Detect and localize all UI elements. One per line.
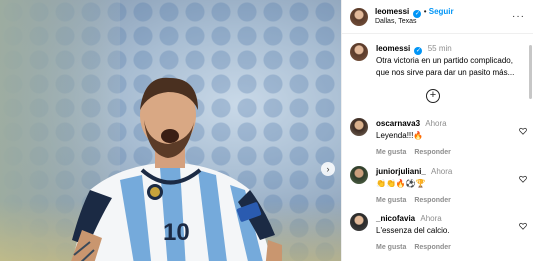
heart-icon[interactable] (519, 222, 527, 230)
comment-time: Ahora (431, 167, 453, 176)
more-options-icon[interactable]: ··· (512, 11, 525, 22)
verified-badge-icon: ✓ (414, 47, 423, 55)
location-link[interactable]: Dallas, Texas (375, 18, 512, 27)
comment-text: Leyenda!!!🔥 (376, 131, 424, 140)
like-comment-button[interactable]: Me gusta (376, 149, 406, 156)
next-image-button[interactable]: › (321, 162, 335, 176)
caption-text: Otra victoria en un partido complicado, … (376, 56, 515, 77)
post-side-panel: leomessi ✓ • Seguir Dallas, Texas ··· le… (341, 0, 533, 261)
like-comment-button[interactable]: Me gusta (376, 197, 406, 204)
comment-item: _nicofavia Ahora L'essenza del calcio. M… (350, 213, 530, 254)
heart-icon[interactable] (519, 127, 527, 135)
post-modal: 10 › leomessi ✓ • Seguir Dallas, Texas ·… (0, 0, 533, 261)
commenter-avatar[interactable] (350, 118, 368, 136)
verified-badge-icon: ✓ (413, 9, 422, 18)
author-username[interactable]: leomessi (375, 7, 409, 16)
follow-button[interactable]: Seguir (429, 7, 454, 16)
player-figure: 10 (71, 77, 282, 261)
commenter-username[interactable]: juniorjuliani_ (376, 167, 426, 176)
comment-item: oscarnava3 Ahora Leyenda!!!🔥 Me gusta Res… (350, 118, 530, 159)
caption-username[interactable]: leomessi (376, 44, 410, 53)
commenter-username[interactable]: oscarnava3 (376, 119, 420, 128)
caption-time: 55 min (427, 44, 452, 53)
header-text: leomessi ✓ • Seguir Dallas, Texas (375, 7, 512, 27)
comment-time: Ahora (425, 119, 447, 128)
plus-circle-icon[interactable]: + (426, 89, 440, 103)
like-comment-button[interactable]: Me gusta (376, 244, 406, 251)
post-photo[interactable]: 10 › (0, 0, 341, 261)
heart-icon[interactable] (519, 175, 527, 183)
comment-text: 👏👏🔥⚽🏆 (376, 179, 426, 188)
commenter-username[interactable]: _nicofavia (376, 214, 415, 223)
scrollbar[interactable] (529, 45, 532, 99)
comment-time: Ahora (420, 214, 442, 223)
commenter-avatar[interactable] (350, 213, 368, 231)
caption-avatar[interactable] (350, 43, 368, 61)
comment-item: juniorjuliani_ Ahora 👏👏🔥⚽🏆 Me gusta Respo… (350, 166, 530, 207)
caption: leomessi ✓ 55 min Otra victoria en un pa… (342, 34, 533, 78)
author-avatar[interactable] (350, 7, 368, 26)
commenter-avatar[interactable] (350, 166, 368, 184)
comment-text: L'essenza del calcio. (376, 226, 450, 235)
reply-button[interactable]: Responder (414, 197, 451, 204)
reply-button[interactable]: Responder (414, 149, 451, 156)
svg-text:10: 10 (163, 219, 190, 246)
reply-button[interactable]: Responder (414, 244, 451, 251)
post-header: leomessi ✓ • Seguir Dallas, Texas ··· (342, 0, 533, 34)
